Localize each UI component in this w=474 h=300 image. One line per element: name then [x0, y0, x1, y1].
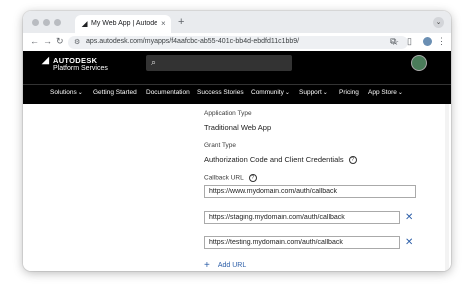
kebab-menu-icon[interactable]: ⋮ — [437, 36, 446, 47]
site-search[interactable]: ⌕ — [146, 55, 292, 71]
browser-window: ◢ My Web App | Autodesk Platfo × + ⌄ ← →… — [23, 11, 451, 271]
back-arrow-icon[interactable]: ← — [30, 36, 39, 46]
search-icon: ⌕ — [151, 57, 157, 67]
remove-url-close-icon[interactable]: ✕ — [405, 213, 413, 223]
window-close-button[interactable] — [32, 19, 39, 26]
grant-type-text: Authorization Code and Client Credential… — [204, 155, 344, 164]
browser-toolbar: ← → ↻ ⚙ aps.autodesk.com/myapps/f4aafcbc… — [23, 33, 451, 52]
application-type-label: Application Type — [204, 110, 252, 117]
new-tab-button[interactable]: + — [178, 16, 184, 28]
nav-item-solutions[interactable]: Solutions⌄ — [50, 89, 83, 96]
grant-type-label: Grant Type — [204, 142, 237, 149]
nav-label: Support — [299, 89, 322, 96]
application-type-value: Traditional Web App — [204, 123, 272, 132]
site-header: ◢ AUTODESK Platform Services ⌕ — [23, 51, 451, 84]
sidebar-icon[interactable]: ▯ — [407, 36, 412, 47]
grant-type-value: Authorization Code and Client Credential… — [204, 155, 357, 165]
search-input[interactable] — [162, 57, 287, 68]
nav-label: App Store — [368, 89, 397, 96]
callback-url-info-icon[interactable]: ? — [248, 174, 257, 182]
tab-title: My Web App | Autodesk Platfo — [91, 20, 157, 27]
nav-item-documentation[interactable]: Documentation — [146, 89, 190, 96]
browser-tab[interactable]: ◢ My Web App | Autodesk Platfo × — [75, 15, 171, 33]
add-url-button[interactable]: + Add URL — [204, 260, 246, 271]
nav-label: Success Stories — [197, 89, 244, 96]
page-scrollbar[interactable] — [445, 104, 449, 271]
grant-type-info-icon[interactable]: ? — [348, 156, 357, 165]
nav-item-support[interactable]: Support⌄ — [299, 89, 328, 96]
add-url-label: Add URL — [217, 262, 247, 269]
profile-avatar[interactable] — [423, 37, 432, 46]
nav-item-getting-started[interactable]: Getting Started — [93, 89, 137, 96]
app-settings-form: Application Type Traditional Web App Gra… — [23, 104, 451, 271]
nav-item-community[interactable]: Community⌄ — [251, 89, 290, 96]
chevron-down-icon: ⌄ — [77, 90, 83, 96]
user-avatar[interactable] — [411, 55, 427, 71]
forward-arrow-icon[interactable]: → — [43, 36, 52, 46]
logo-title[interactable]: AUTODESK — [53, 56, 97, 65]
nav-label: Pricing — [339, 89, 359, 96]
autodesk-favicon-icon: ◢ — [82, 21, 88, 28]
tab-strip: ◢ My Web App | Autodesk Platfo × + ⌄ — [23, 11, 451, 33]
reload-icon[interactable]: ↻ — [56, 36, 64, 47]
logo-subtitle[interactable]: Platform Services — [53, 65, 108, 72]
site-info-icon[interactable]: ⚙ — [74, 38, 80, 46]
callback-url-input-2[interactable] — [204, 211, 400, 224]
nav-label: Documentation — [146, 89, 190, 96]
extensions-icon[interactable]: ⧉ — [390, 36, 396, 47]
chevron-down-icon: ⌄ — [322, 90, 328, 96]
nav-item-app-store[interactable]: App Store⌄ — [368, 89, 403, 96]
remove-url-close-icon[interactable]: ✕ — [405, 238, 413, 248]
plus-icon: + — [204, 260, 210, 271]
window-zoom-button[interactable] — [54, 19, 61, 26]
autodesk-logo-icon[interactable]: ◢ — [42, 55, 49, 66]
nav-item-pricing[interactable]: Pricing — [339, 89, 359, 96]
nav-label: Solutions — [50, 89, 77, 96]
address-url: aps.autodesk.com/myapps/f4aafcbc-ab55-40… — [86, 38, 300, 45]
chevron-down-icon: ⌄ — [397, 90, 403, 96]
chevron-down-icon: ⌄ — [284, 90, 290, 96]
callback-url-input-3[interactable] — [204, 236, 400, 249]
nav-label: Community — [251, 89, 284, 96]
tab-close-icon[interactable]: × — [161, 19, 166, 28]
nav-item-success-stories[interactable]: Success Stories — [197, 89, 244, 96]
callback-url-label-text: Callback URL — [204, 174, 244, 182]
callback-url-input-1[interactable] — [204, 185, 416, 198]
tab-search-icon[interactable]: ⌄ — [433, 17, 444, 28]
address-bar[interactable]: ⚙ aps.autodesk.com/myapps/f4aafcbc-ab55-… — [68, 36, 408, 49]
nav-label: Getting Started — [93, 89, 137, 96]
callback-url-label: Callback URL? — [204, 174, 257, 182]
window-minimize-button[interactable] — [43, 19, 50, 26]
main-nav: Solutions⌄ Getting Started Documentation… — [23, 84, 451, 105]
